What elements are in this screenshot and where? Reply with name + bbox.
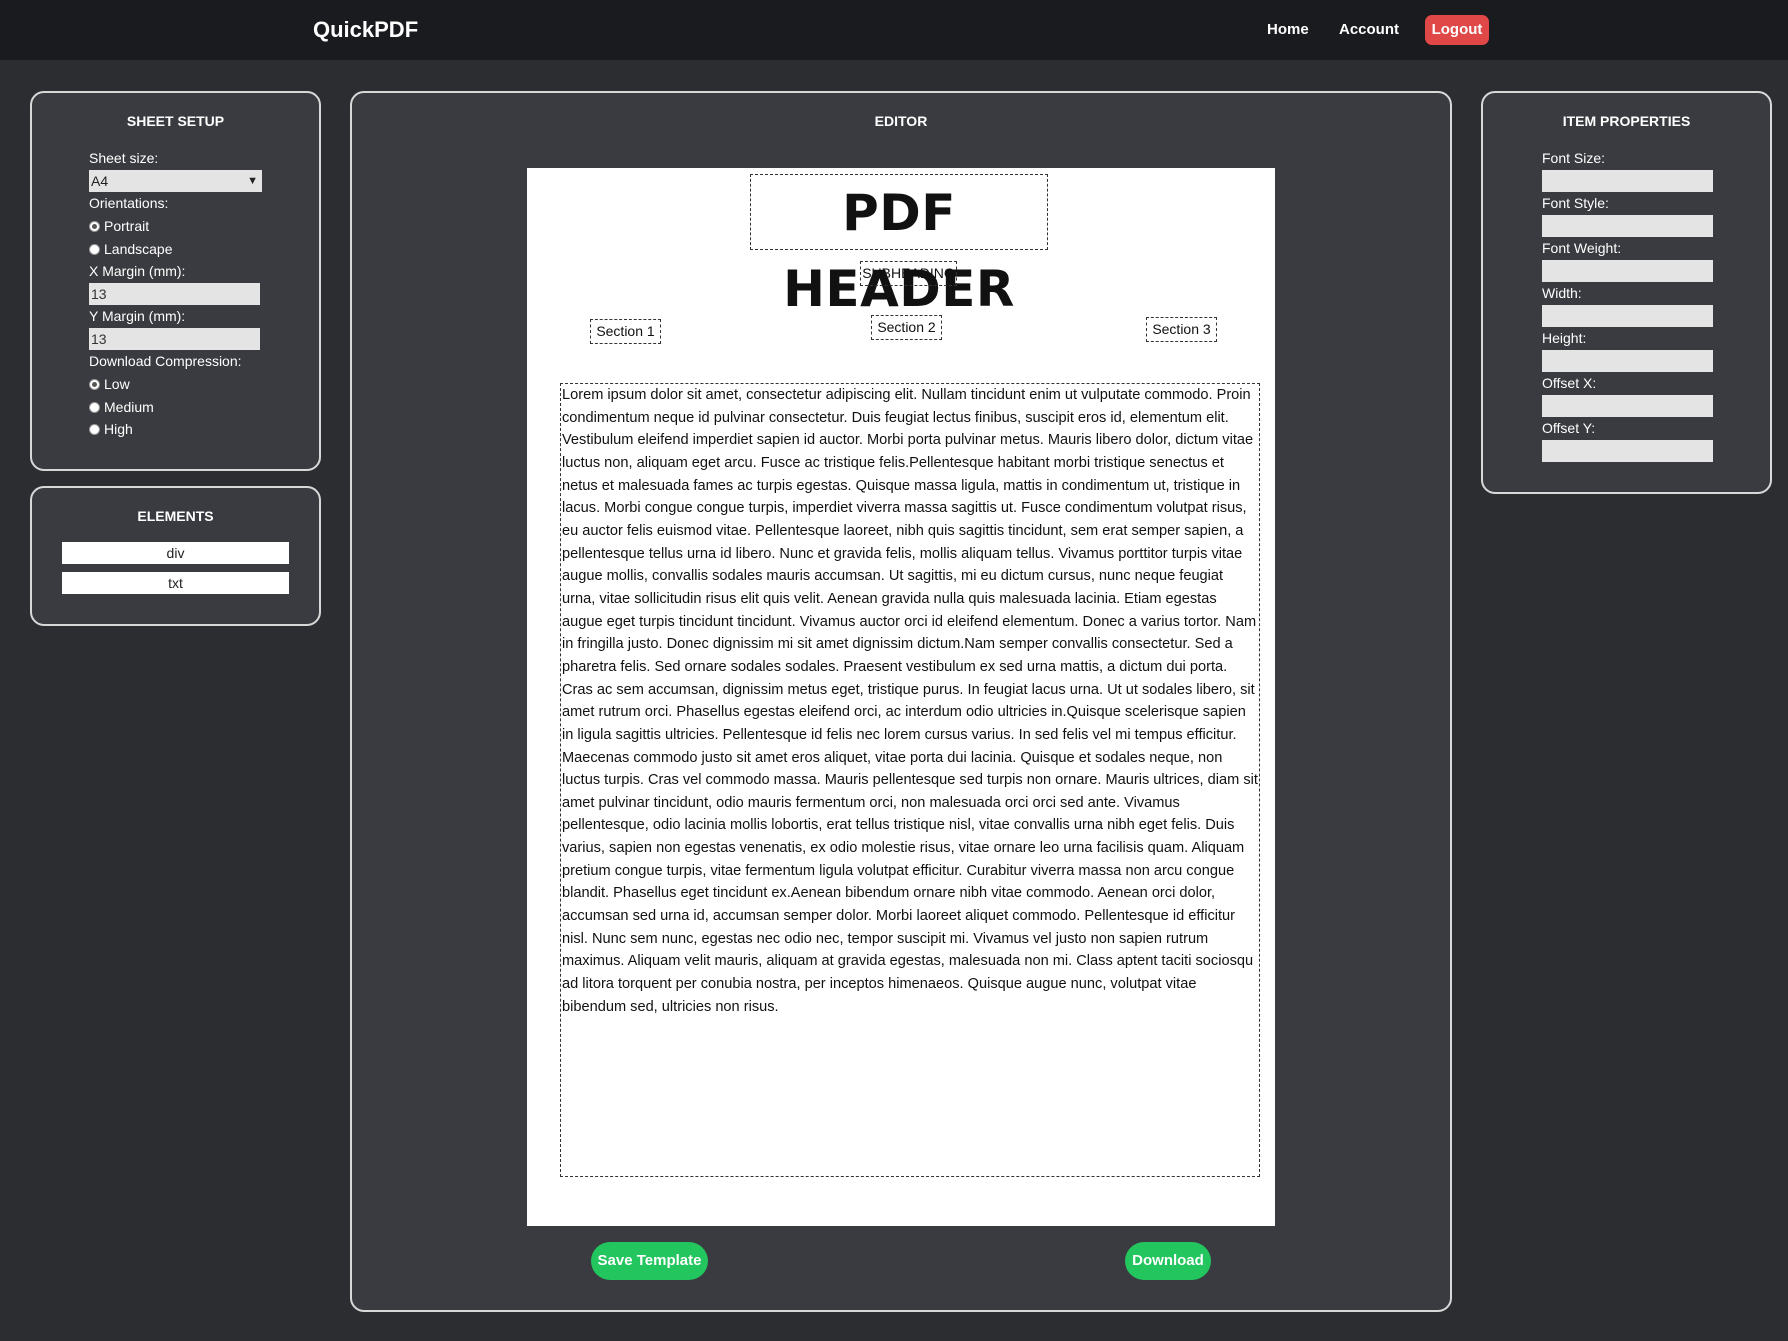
compression-low-label: Low [104, 376, 130, 392]
item-properties-title: ITEM PROPERTIES [1562, 113, 1691, 129]
compression-high-label: High [104, 421, 133, 437]
editor-title: EDITOR [874, 113, 928, 129]
orientations-label: Orientations: [89, 195, 169, 211]
pdf-section-1[interactable]: Section 1 [590, 319, 661, 344]
sheet-size-label: Sheet size: [89, 150, 159, 166]
pdf-body-text[interactable]: Lorem ipsum dolor sit amet, consectetur … [560, 383, 1260, 1177]
nav-account-link[interactable]: Account [1339, 21, 1399, 38]
pdf-header-element[interactable]: PDF HEADER [750, 174, 1048, 318]
item-properties-panel: ITEM PROPERTIES Font Size: Font Style: F… [1481, 91, 1772, 494]
offset-x-input[interactable] [1542, 395, 1713, 417]
compression-label: Download Compression: [89, 353, 242, 369]
offset-y-input[interactable] [1542, 440, 1713, 462]
x-margin-label: X Margin (mm): [89, 263, 186, 279]
orientation-radio-portrait[interactable]: Portrait [89, 218, 149, 234]
compression-radio-low[interactable]: Low [89, 376, 130, 392]
width-label: Width: [1542, 285, 1582, 301]
compression-radio-high[interactable]: High [89, 421, 133, 437]
radio-icon[interactable] [89, 378, 100, 390]
chevron-down-icon: ▼ [247, 175, 258, 187]
y-margin-input[interactable] [89, 328, 260, 350]
font-style-input[interactable] [1542, 215, 1713, 237]
sheet-setup-title: SHEET SETUP [126, 113, 225, 129]
pdf-sheet[interactable]: PDF HEADER SUBHEADING Section 1 Section … [527, 168, 1275, 1226]
x-margin-input[interactable] [89, 283, 260, 305]
pdf-subheading-element[interactable]: SUBHEADING [860, 261, 957, 286]
element-div-button[interactable]: div [62, 542, 289, 564]
orientation-radio-landscape[interactable]: Landscape [89, 241, 173, 257]
orientation-landscape-label: Landscape [104, 241, 173, 257]
top-navbar: QuickPDF Home Account Logout [0, 0, 1788, 60]
height-label: Height: [1542, 330, 1587, 346]
nav-home-link[interactable]: Home [1267, 21, 1309, 38]
pdf-section-3[interactable]: Section 3 [1146, 317, 1217, 342]
logout-button[interactable]: Logout [1425, 15, 1489, 45]
brand-logo[interactable]: QuickPDF [313, 17, 418, 43]
offset-x-label: Offset X: [1542, 375, 1597, 391]
radio-icon[interactable] [89, 423, 100, 435]
sheet-size-select[interactable]: A4 ▼ [89, 170, 262, 192]
offset-y-label: Offset Y: [1542, 420, 1596, 436]
compression-radio-medium[interactable]: Medium [89, 399, 154, 415]
y-margin-label: Y Margin (mm): [89, 308, 186, 324]
sheet-size-value: A4 [91, 173, 109, 189]
pdf-section-2[interactable]: Section 2 [871, 315, 942, 340]
radio-icon[interactable] [89, 220, 100, 232]
orientation-portrait-label: Portrait [104, 218, 150, 234]
download-button[interactable]: Download [1125, 1242, 1211, 1280]
font-size-label: Font Size: [1542, 150, 1606, 166]
font-size-input[interactable] [1542, 170, 1713, 192]
font-weight-label: Font Weight: [1542, 240, 1622, 256]
height-input[interactable] [1542, 350, 1713, 372]
element-txt-button[interactable]: txt [62, 572, 289, 594]
elements-panel: ELEMENTS div txt [30, 486, 321, 626]
font-style-label: Font Style: [1542, 195, 1609, 211]
compression-medium-label: Medium [104, 399, 154, 415]
width-input[interactable] [1542, 305, 1713, 327]
save-template-button[interactable]: Save Template [591, 1242, 708, 1280]
radio-icon[interactable] [89, 401, 100, 413]
elements-title: ELEMENTS [137, 508, 214, 524]
font-weight-input[interactable] [1542, 260, 1713, 282]
radio-icon[interactable] [89, 243, 100, 255]
sheet-setup-panel: SHEET SETUP Sheet size: A4 ▼ Orientation… [30, 91, 321, 471]
